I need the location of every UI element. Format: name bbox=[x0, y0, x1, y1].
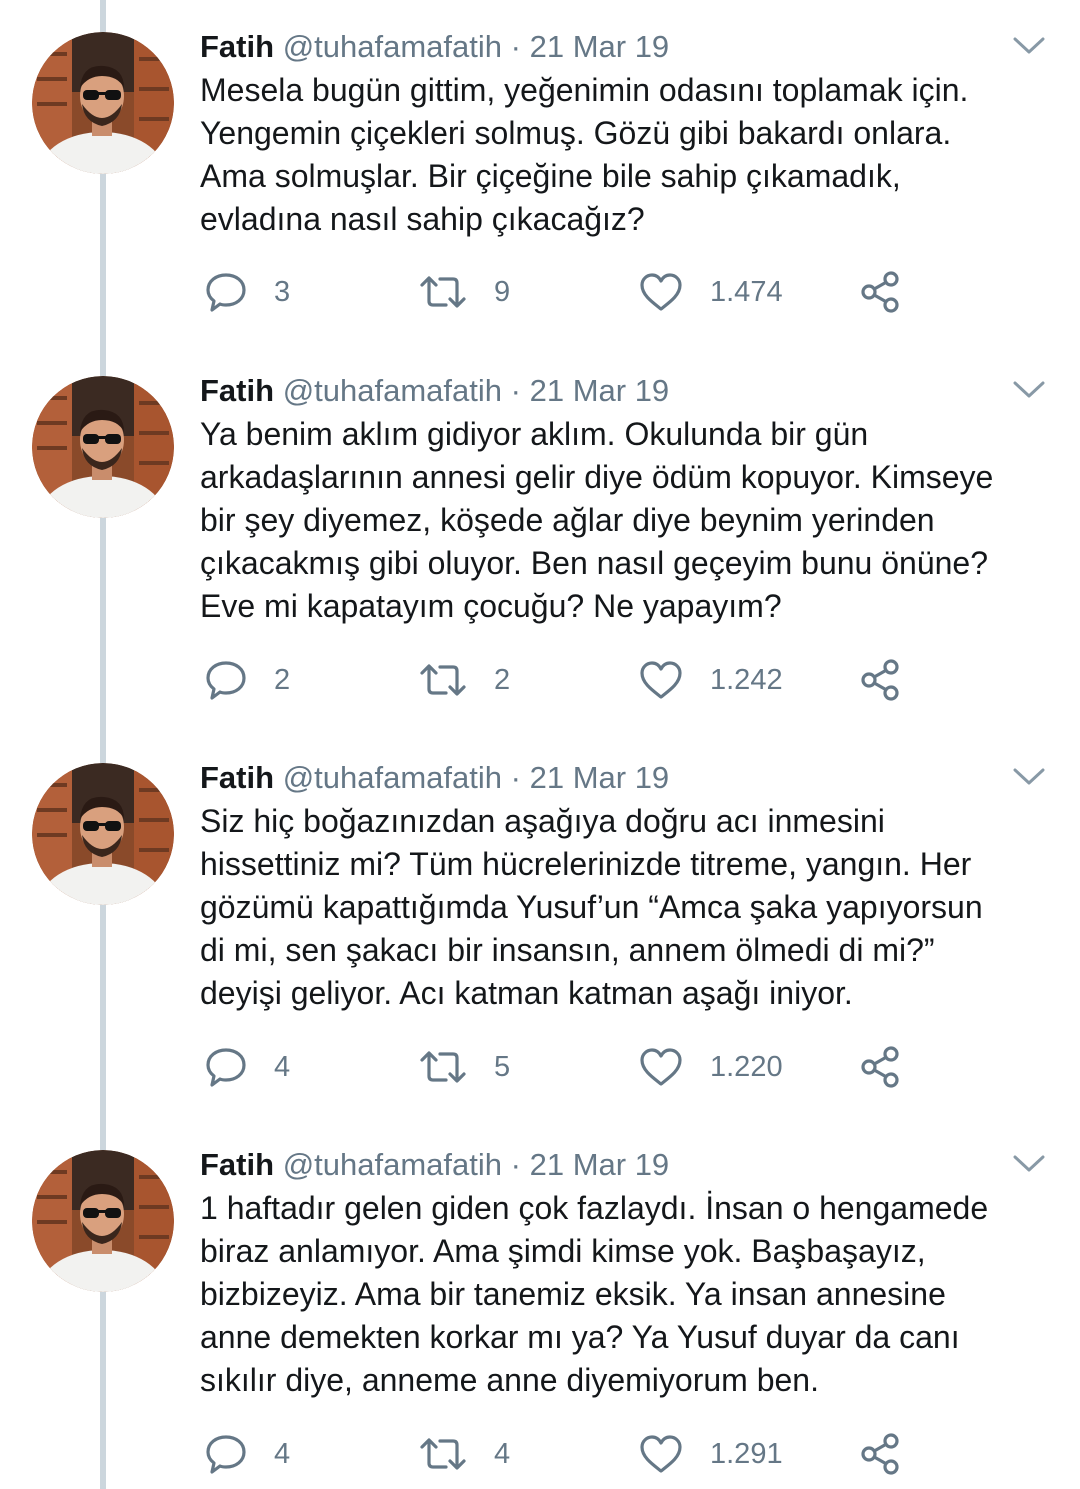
tweet-text: Mesela bugün gittim, yeğenimin odasını t… bbox=[200, 72, 969, 237]
tweet-actions: 4 5 1.220 bbox=[0, 1042, 1080, 1092]
author-name[interactable]: Fatih bbox=[200, 760, 274, 795]
header-separator: · bbox=[510, 1147, 521, 1182]
tweet-date[interactable]: 21 Mar 19 bbox=[530, 373, 670, 408]
tweet-text: 1 haftadır gelen giden çok fazlaydı. İns… bbox=[200, 1190, 989, 1398]
retweet-icon bbox=[420, 1051, 466, 1083]
avatar[interactable] bbox=[32, 32, 174, 174]
reply-count: 2 bbox=[274, 663, 291, 696]
chevron-down-icon[interactable] bbox=[1012, 1151, 1046, 1175]
tweet-date[interactable]: 21 Mar 19 bbox=[530, 29, 670, 64]
header-separator: · bbox=[510, 373, 521, 408]
heart-icon bbox=[640, 661, 682, 699]
avatar[interactable] bbox=[32, 376, 174, 518]
heart-icon bbox=[640, 1435, 682, 1473]
chevron-down-icon[interactable] bbox=[1012, 33, 1046, 57]
retweet-icon bbox=[420, 276, 466, 308]
tweet-header: Fatih @tuhafamafatih · 21 Mar 19 bbox=[200, 1143, 669, 1187]
tweet-header: Fatih @tuhafamafatih · 21 Mar 19 bbox=[200, 756, 669, 800]
reply-count: 4 bbox=[274, 1050, 291, 1083]
share-button[interactable] bbox=[858, 1429, 902, 1479]
like-button[interactable]: 1.291 bbox=[638, 1429, 783, 1479]
retweet-count: 2 bbox=[494, 663, 511, 696]
reply-icon bbox=[206, 1435, 246, 1474]
share-icon bbox=[861, 1046, 899, 1088]
reply-icon bbox=[206, 273, 246, 312]
chevron-down-icon[interactable] bbox=[1012, 764, 1046, 788]
reply-icon bbox=[206, 661, 246, 700]
share-button[interactable] bbox=[858, 655, 902, 705]
author-handle[interactable]: @tuhafamafatih bbox=[283, 373, 502, 408]
header-separator: · bbox=[510, 760, 521, 795]
like-button[interactable]: 1.474 bbox=[638, 267, 783, 317]
author-name[interactable]: Fatih bbox=[200, 29, 274, 64]
share-button[interactable] bbox=[858, 267, 902, 317]
share-button[interactable] bbox=[858, 1042, 902, 1092]
share-icon bbox=[861, 271, 899, 313]
tweet-actions: 4 4 1.291 bbox=[0, 1429, 1080, 1479]
tweet-text: Ya benim aklım gidiyor aklım. Okulunda b… bbox=[200, 416, 994, 624]
author-name[interactable]: Fatih bbox=[200, 373, 274, 408]
tweet-actions: 3 9 1.474 bbox=[0, 267, 1080, 317]
like-count: 1.220 bbox=[710, 1050, 783, 1083]
share-icon bbox=[861, 1433, 899, 1475]
tweet-date[interactable]: 21 Mar 19 bbox=[530, 1147, 670, 1182]
like-count: 1.474 bbox=[710, 275, 783, 308]
tweet-date[interactable]: 21 Mar 19 bbox=[530, 760, 670, 795]
reply-icon bbox=[206, 1048, 246, 1087]
heart-icon bbox=[640, 273, 682, 311]
avatar[interactable] bbox=[32, 1150, 174, 1292]
reply-count: 4 bbox=[274, 1437, 291, 1470]
retweet-count: 5 bbox=[494, 1050, 511, 1083]
reply-button[interactable]: 3 bbox=[204, 267, 290, 317]
like-button[interactable]: 1.242 bbox=[638, 655, 783, 705]
author-name[interactable]: Fatih bbox=[200, 1147, 274, 1182]
author-handle[interactable]: @tuhafamafatih bbox=[283, 29, 502, 64]
like-count: 1.242 bbox=[710, 663, 783, 696]
reply-button[interactable]: 4 bbox=[204, 1042, 290, 1092]
chevron-down-icon[interactable] bbox=[1012, 377, 1046, 401]
tweet-header: Fatih @tuhafamafatih · 21 Mar 19 bbox=[200, 369, 669, 413]
author-handle[interactable]: @tuhafamafatih bbox=[283, 1147, 502, 1182]
reply-button[interactable]: 4 bbox=[204, 1429, 290, 1479]
retweet-count: 4 bbox=[494, 1437, 511, 1470]
retweet-icon bbox=[420, 664, 466, 696]
like-count: 1.291 bbox=[710, 1437, 783, 1470]
author-handle[interactable]: @tuhafamafatih bbox=[283, 760, 502, 795]
heart-icon bbox=[640, 1048, 682, 1086]
share-icon bbox=[861, 659, 899, 701]
retweet-button[interactable]: 2 bbox=[418, 655, 510, 705]
tweet-header: Fatih @tuhafamafatih · 21 Mar 19 bbox=[200, 25, 669, 69]
retweet-button[interactable]: 5 bbox=[418, 1042, 510, 1092]
avatar[interactable] bbox=[32, 763, 174, 905]
like-button[interactable]: 1.220 bbox=[638, 1042, 783, 1092]
retweet-button[interactable]: 4 bbox=[418, 1429, 510, 1479]
tweet-text: Siz hiç boğazınızdan aşağıya doğru acı i… bbox=[200, 803, 983, 1011]
retweet-count: 9 bbox=[494, 275, 511, 308]
tweet-actions: 2 2 1.242 bbox=[0, 655, 1080, 705]
retweet-icon bbox=[420, 1438, 466, 1470]
header-separator: · bbox=[510, 29, 521, 64]
reply-button[interactable]: 2 bbox=[204, 655, 290, 705]
retweet-button[interactable]: 9 bbox=[418, 267, 510, 317]
reply-count: 3 bbox=[274, 275, 291, 308]
